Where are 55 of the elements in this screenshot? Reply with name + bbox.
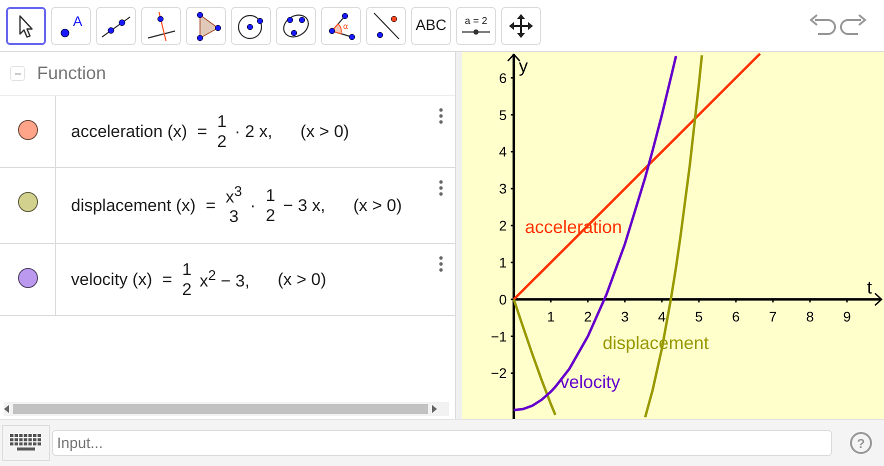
visibility-dot[interactable]	[18, 192, 38, 212]
more-menu-button[interactable]	[439, 256, 443, 272]
tick-label: 2	[584, 308, 592, 324]
more-icon	[439, 256, 443, 272]
perpendicular-line-icon	[145, 10, 177, 42]
line-tool[interactable]	[96, 6, 136, 44]
axis-label: y	[518, 56, 528, 76]
tick-label: 9	[843, 308, 851, 324]
circle-tool[interactable]	[231, 6, 271, 44]
tick-label: 1	[499, 254, 507, 270]
visibility-dot[interactable]	[18, 268, 38, 288]
curve-label: velocity	[560, 372, 620, 392]
tick-label: 6	[732, 308, 740, 324]
collapse-toggle[interactable]	[10, 66, 25, 81]
keyboard-icon	[10, 434, 42, 452]
more-menu-button[interactable]	[439, 180, 443, 196]
perpendicular-tool[interactable]	[141, 6, 181, 44]
select-tool[interactable]	[6, 6, 46, 44]
conic-tool[interactable]	[276, 6, 316, 44]
point-tool[interactable]: A	[51, 6, 91, 44]
axis-label: t	[867, 277, 872, 298]
tick-label: 4	[499, 144, 507, 160]
tick-label: 8	[806, 308, 814, 324]
keyboard-button[interactable]	[2, 425, 50, 461]
tick-label: 4	[658, 308, 666, 324]
tick-label: 0	[499, 291, 507, 308]
tick-label: 3	[499, 180, 507, 197]
group-title: Function	[37, 63, 106, 84]
scroll-left-icon[interactable]	[4, 405, 10, 413]
tick-label: 2	[499, 218, 507, 234]
reflect-icon	[371, 10, 401, 40]
visibility-dot[interactable]	[18, 120, 38, 140]
scrollbar-thumb[interactable]	[13, 404, 428, 414]
tick-label: 7	[769, 308, 777, 324]
move-arrows-icon	[508, 12, 534, 38]
polygon-tool[interactable]	[186, 6, 226, 44]
cursor-icon	[18, 14, 34, 38]
tick-label: 3	[620, 308, 629, 324]
tick-label: 1	[546, 308, 555, 324]
horizontal-scrollbar[interactable]	[4, 402, 449, 416]
text-tool[interactable]: ABC	[411, 6, 451, 44]
reflect-tool[interactable]	[366, 6, 406, 44]
tick-label: −1	[490, 328, 507, 344]
input-field[interactable]: Input...	[52, 430, 832, 456]
tick-label: 5	[695, 308, 703, 324]
tick-label: 6	[499, 70, 507, 86]
slider-icon	[462, 29, 490, 35]
scroll-right-icon[interactable]	[431, 405, 437, 413]
tick-label: 5	[499, 106, 507, 123]
pan-tool[interactable]	[501, 6, 541, 44]
more-icon	[439, 108, 443, 124]
more-icon	[439, 180, 443, 196]
more-menu-button[interactable]	[439, 108, 443, 124]
slider-tool[interactable]: a = 2	[456, 6, 496, 44]
tick-label: −2	[490, 365, 507, 382]
